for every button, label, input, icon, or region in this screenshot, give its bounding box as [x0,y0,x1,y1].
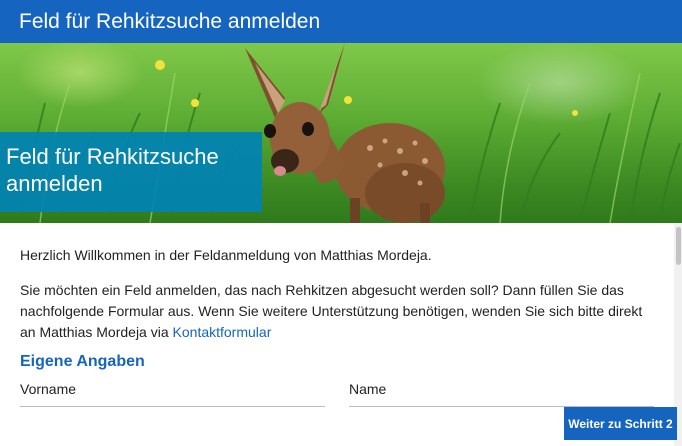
section-title-own-details: Eigene Angaben [20,353,145,370]
hero-title-line2: anmelden [6,171,103,196]
hero-title-overlay: Feld für Rehkitzsuche anmelden [0,132,262,212]
contact-form-link[interactable]: Kontaktformular [173,324,272,340]
firstname-label: Vorname [20,381,77,397]
intro-text: Sie möchten ein Feld anmelden, das nach … [20,282,643,340]
greeting-text: Herzlich Willkommen in der Feldanmeldung… [20,247,432,263]
scrollbar-thumb[interactable] [676,227,681,265]
intro-section: Herzlich Willkommen in der Feldanmeldung… [20,245,660,343]
next-step-button[interactable]: Weiter zu Schritt 2 [564,407,677,440]
intro-paragraph: Sie möchten ein Feld anmelden, das nach … [20,280,660,343]
app-header: Feld für Rehkitzsuche anmelden [0,0,682,43]
hero-title-line1: Feld für Rehkitzsuche [6,144,219,169]
page-title: Feld für Rehkitzsuche anmelden [19,10,321,33]
firstname-input[interactable] [20,406,325,407]
lastname-label: Name [349,381,387,397]
